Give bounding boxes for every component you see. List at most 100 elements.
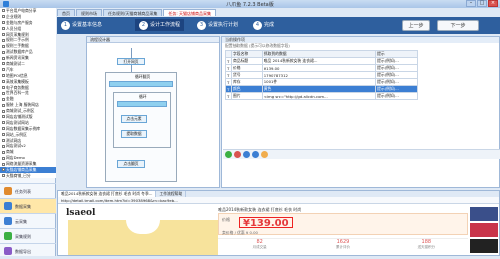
settings-icon[interactable] [261,151,268,158]
node-label: 点击翻页 [123,161,139,166]
node-open-page[interactable]: 打开网页 [117,58,145,65]
wizard-step-schedule[interactable]: 3 设置执行计划 [197,19,238,31]
window-controls: – □ × [466,0,498,8]
table-header-row: 字段名称 抓取到的数据 提示 [225,50,418,58]
loop-page-label: 循环翻页 [135,74,151,79]
table-cell: 提示(例如)... [375,92,418,100]
table-row[interactable]: T 颜色 黄色 提示(例如)... [225,85,418,93]
module-button[interactable]: 云采集 [0,213,56,228]
table-cell: 颜色 [231,85,263,93]
field-panel-hint: 配置抽取数据 (提示可以修改数据字段) [225,43,290,48]
table-cell: <img src="http://gd.alicdn.com... [261,92,377,100]
document-tab[interactable]: 首页 [57,9,75,16]
price-box: 价格 ¥139.00 卖价格 / 优惠 ¥ 0.00 [218,213,468,235]
module-button[interactable]: 采集规则 [0,228,56,243]
node-label: 提取数据 [126,131,142,136]
delete-field-icon[interactable] [234,151,241,158]
folder-icon [2,80,5,84]
folder-icon [2,21,5,25]
module-icon [4,232,12,240]
stat-label: 累计评价 [335,245,350,249]
node-label: 打开网页 [123,59,139,64]
price-value[interactable]: ¥139.00 [239,217,293,229]
table-cell: 黄色 [261,85,377,93]
module-button[interactable]: 任务列表 [0,183,56,198]
table-cell: 图片 [231,92,263,100]
stat-item: 82 月成交量 [218,239,301,252]
wizard-step-basic[interactable]: 1 设置基本信息 [61,19,102,31]
folder-icon [2,74,5,78]
thumbnail-image[interactable] [470,239,498,253]
document-tab[interactable]: 规则市场 [76,9,102,16]
folder-icon [2,9,5,13]
folder-icon [2,133,5,137]
folder-icon [2,50,5,54]
module-label: 数据导出 [15,249,31,254]
folder-icon [2,156,5,160]
node-label: 点击元素 [126,116,142,121]
table-row[interactable]: T 价格 ¥139.00 提示(例如)... [225,64,418,72]
column-header: 字段名称 [231,50,263,58]
step-number: 3 [197,20,206,30]
loop-label: 循环 [139,94,147,99]
table-cell: 唯品 2014秋新款女装 连衣裙... [261,57,377,65]
node-click-element[interactable]: 点击元素 [121,115,147,123]
wizard-step-finish[interactable]: 4 完成 [253,19,274,31]
folder-icon [2,121,5,125]
document-tabs: 首页 规则市场 任务规则/天猫商城商品采集 任务: 天猫店铺商品采集 [57,9,500,16]
table-cell: 提示(例如)... [375,78,418,86]
table-cell: 商品标题 [231,57,263,65]
document-tab[interactable]: 任务规则/天猫商城商品采集 [103,9,163,16]
product-collar [126,220,160,234]
module-icon [4,202,12,210]
thumbnail-image[interactable] [470,223,498,237]
prev-step-button[interactable]: 上一步 [402,20,430,31]
node-next-page[interactable]: 点击翻页 [117,160,145,168]
step-number: 2 [139,20,148,30]
close-icon[interactable]: × [488,0,498,7]
loop-page-bar[interactable] [109,81,173,87]
folder-icon [2,109,5,113]
minimize-icon[interactable]: – [466,0,476,7]
table-row[interactable]: T 商品标题 唯品 2014秋新款女装 连衣裙... 提示(例如)... [225,57,418,65]
folder-icon [2,56,5,60]
node-extract-data[interactable]: 提取数据 [121,130,147,138]
table-cell: 提示(例如)... [375,57,418,65]
add-field-icon[interactable] [225,151,232,158]
wizard-step-workflow[interactable]: 2 设计工作流程 [135,19,185,31]
next-step-button[interactable]: 下一步 [437,20,479,31]
module-button[interactable]: 数据采集 [0,198,56,213]
table-cell: 提示(例如)... [375,64,418,72]
table-row[interactable]: T 库存 1001件 提示(例如)... [225,78,418,86]
column-header: 提示 [375,50,418,58]
module-icon [4,247,12,255]
move-up-icon[interactable] [243,151,250,158]
folder-icon [2,115,5,119]
table-cell: 价格 [231,64,263,72]
table-cell: ¥139.00 [261,64,377,72]
brand-logo[interactable]: lsaeol [66,208,95,218]
app-logo-icon [3,1,9,7]
loop-bar[interactable] [117,101,167,107]
product-image[interactable] [68,220,218,255]
fields-table: 字段名称 抓取到的数据 提示 T 商品标题 唯品 2014秋新款女装 连衣裙... 提… [225,50,418,100]
step-label: 完成 [264,22,275,28]
tree-item[interactable]: 天猫商铺_已分 [0,173,56,178]
thumbnail-image[interactable] [470,207,498,221]
table-row[interactable]: T 货号 1790787312 提示(例如)... [225,71,418,79]
workflow-designer: 流程设计器 打开网页 循环翻页 循环 点击元素 提取数据 点击翻页 [86,36,220,188]
step-label: 设计工作流程 [150,22,181,28]
tree-item-label: 天猫商铺_已分 [6,172,31,178]
table-cell: 1790787312 [261,71,377,79]
folder-icon [2,97,5,101]
module-label: 任务列表 [15,189,31,194]
folder-icon [2,150,5,154]
move-down-icon[interactable] [252,151,259,158]
table-row[interactable]: T 图片 <img src="http://gd.alicdn.com... 提示(例… [225,92,418,100]
document-tab[interactable]: 任务: 天猫店铺商品采集 [163,9,216,16]
thumbnail-strip [470,207,498,253]
address-bar[interactable]: http://detail.tmall.com/item.htm?id=3903… [58,197,499,204]
table-cell: 提示(例如)... [375,71,418,79]
folder-icon [2,144,5,148]
maximize-icon[interactable]: □ [477,0,487,7]
